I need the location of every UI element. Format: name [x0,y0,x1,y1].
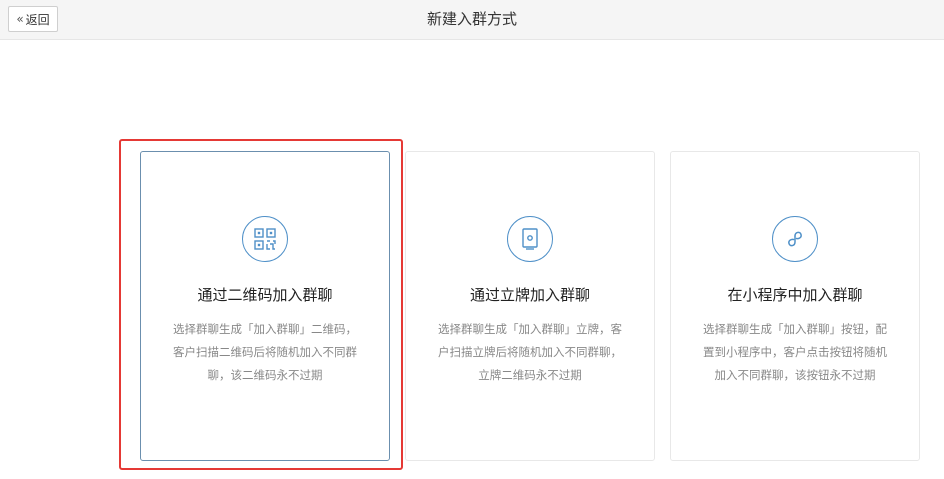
stand-join-card[interactable]: 通过立牌加入群聊 选择群聊生成「加入群聊」立牌，客户扫描立牌后将随机加入不同群聊… [405,151,655,461]
mini-program-icon [772,216,818,262]
stand-icon [507,216,553,262]
card-description: 选择群聊生成「加入群聊」按钮，配置到小程序中，客户点击按钮将随机加入不同群聊，该… [703,322,887,382]
card-title: 在小程序中加入群聊 [727,286,863,304]
selection-highlight-frame [119,139,403,470]
mini-program-join-card[interactable]: 在小程序中加入群聊 选择群聊生成「加入群聊」按钮，配置到小程序中，客户点击按钮将… [670,151,920,461]
card-title: 通过立牌加入群聊 [469,286,590,304]
page-title: 新建入群方式 [426,10,517,28]
card-description: 选择群聊生成「加入群聊」立牌，客户扫描立牌后将随机加入不同群聊，立牌二维码永不过… [438,322,622,382]
top-bar: « 返回 新建入群方式 [0,0,944,40]
